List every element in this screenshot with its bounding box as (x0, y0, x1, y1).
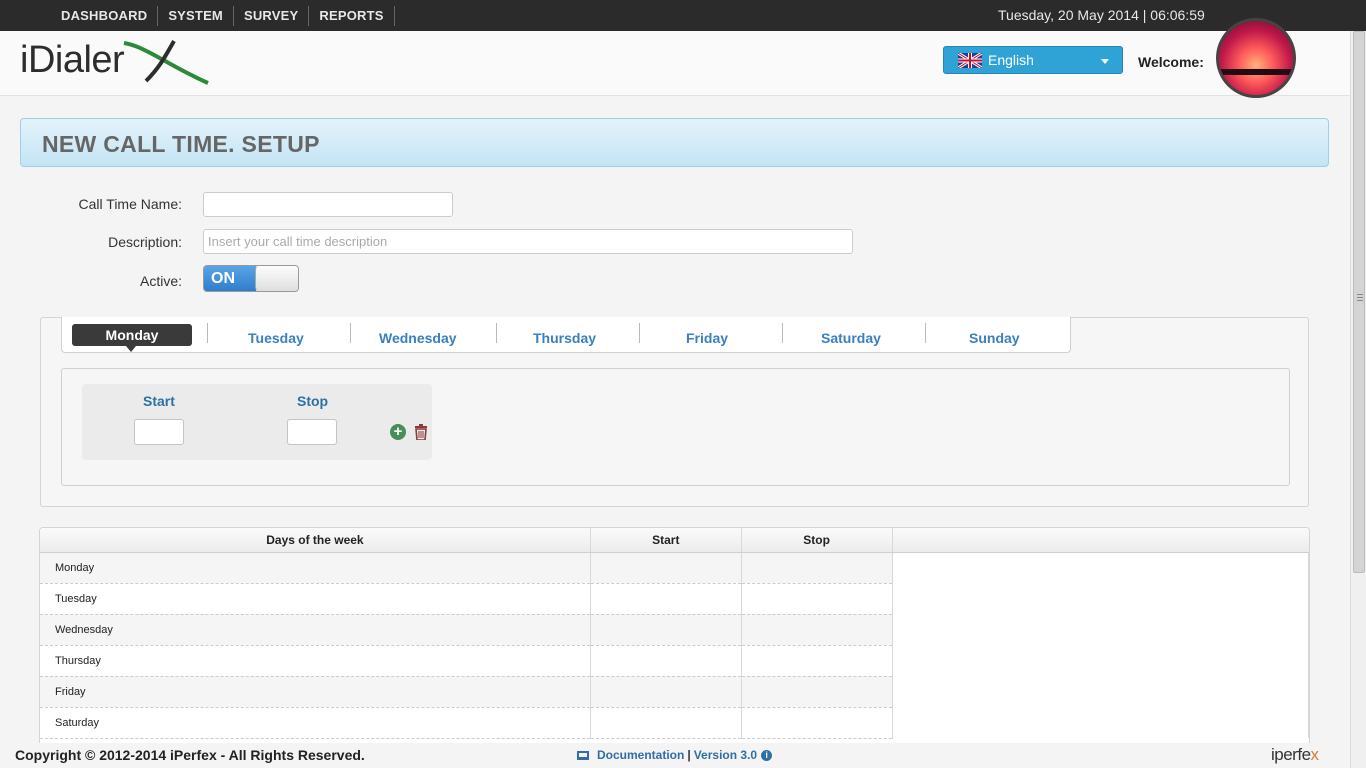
schedule-table: Days of the week Start Stop Monday Tuesd… (40, 528, 1309, 739)
day-cell: Tuesday (40, 583, 591, 615)
tab-divider (350, 323, 351, 343)
active-toggle[interactable]: ON (203, 265, 299, 292)
footer: Copyright © 2012-2014 iPerfex - All Righ… (0, 743, 1350, 768)
nav-reports[interactable]: REPORTS (309, 5, 395, 26)
vertical-scrollbar[interactable] (1350, 31, 1366, 768)
language-label: English (988, 52, 1034, 68)
col-header-stop[interactable]: Stop (741, 528, 893, 553)
day-cell: Friday (40, 676, 591, 708)
grip-icon (1357, 294, 1363, 301)
stop-time-input[interactable] (287, 419, 337, 445)
stop-cell (741, 552, 893, 584)
description-input[interactable] (203, 229, 853, 254)
table-row[interactable]: Monday (40, 552, 1309, 584)
nav-survey[interactable]: SURVEY (234, 5, 310, 26)
info-icon[interactable]: i (761, 749, 773, 761)
day-cell: Monday (40, 552, 591, 584)
blank-cell (892, 676, 1309, 707)
tab-divider (782, 323, 783, 343)
day-cell: Saturday (40, 707, 591, 739)
description-label: Description: (108, 234, 182, 250)
start-time-input[interactable] (134, 419, 184, 445)
table-row[interactable]: Friday (40, 676, 1309, 708)
brand-accent: x (1310, 745, 1320, 764)
tab-tuesday[interactable]: Tuesday (248, 330, 304, 346)
top-bar: DASHBOARD SYSTEM SURVEY REPORTS Tuesday,… (0, 0, 1366, 31)
page-title: NEW CALL TIME. SETUP (42, 131, 320, 157)
blank-cell (892, 707, 1309, 738)
day-cell: Wednesday (40, 614, 591, 646)
chevron-down-icon (1101, 59, 1109, 64)
tab-friday[interactable]: Friday (686, 330, 728, 346)
start-cell (590, 614, 742, 646)
nav-dashboard[interactable]: DASHBOARD (50, 5, 159, 26)
avatar[interactable] (1216, 18, 1296, 98)
tab-divider (496, 323, 497, 343)
welcome-label: Welcome: (1138, 54, 1204, 70)
blank-cell (892, 645, 1309, 676)
active-tab-pointer (126, 346, 136, 352)
toggle-knob[interactable] (255, 266, 298, 291)
blank-cell (892, 614, 1309, 645)
logo-text: iDialer (20, 39, 125, 81)
tab-sunday[interactable]: Sunday (969, 330, 1020, 346)
trash-icon[interactable] (414, 424, 428, 440)
start-cell (590, 676, 742, 708)
call-time-name-input[interactable] (203, 192, 453, 217)
col-header-empty (892, 528, 1309, 553)
tab-saturday[interactable]: Saturday (821, 330, 881, 346)
title-panel: NEW CALL TIME. SETUP (20, 118, 1329, 167)
brand-logo: iperfex (1271, 745, 1319, 765)
stop-cell (741, 707, 893, 739)
start-cell (590, 645, 742, 677)
brand-main: iperfe (1271, 745, 1311, 764)
stop-cell (741, 676, 893, 708)
blank-cell (892, 583, 1309, 614)
toggle-on-label: ON (204, 266, 256, 291)
nav-system[interactable]: SYSTEM (158, 5, 234, 26)
top-nav: DASHBOARD SYSTEM SURVEY REPORTS (50, 0, 395, 31)
stop-cell (741, 583, 893, 615)
uk-flag-icon (958, 52, 982, 68)
tab-monday[interactable]: Monday (72, 324, 192, 346)
call-time-name-label: Call Time Name: (78, 196, 182, 212)
table-row[interactable]: Thursday (40, 645, 1309, 677)
table-row[interactable]: Tuesday (40, 583, 1309, 615)
schedule-table-wrapper: Days of the week Start Stop Monday Tuesd… (39, 527, 1310, 752)
table-row[interactable]: Saturday (40, 707, 1309, 739)
tab-thursday[interactable]: Thursday (533, 330, 596, 346)
logo-x-icon (123, 40, 209, 85)
scrollbar-thumb[interactable] (1353, 31, 1365, 573)
tab-divider (639, 323, 640, 343)
doc-links: Documentation | Version 3.0 i (577, 748, 773, 762)
stop-label: Stop (297, 393, 329, 409)
app-logo[interactable]: iDialer (20, 39, 125, 82)
language-select[interactable]: English (943, 46, 1123, 74)
table-row[interactable]: Wednesday (40, 614, 1309, 646)
start-cell (590, 707, 742, 739)
start-cell (590, 552, 742, 584)
stop-cell (741, 614, 893, 646)
documentation-link[interactable]: Documentation (597, 748, 684, 762)
col-header-start[interactable]: Start (590, 528, 742, 553)
stop-cell (741, 645, 893, 677)
start-label: Start (143, 393, 175, 409)
copyright-text: Copyright © 2012-2014 iPerfex - All Righ… (15, 747, 365, 763)
tab-divider (207, 323, 208, 343)
tab-wednesday[interactable]: Wednesday (379, 330, 457, 346)
add-icon[interactable]: + (390, 424, 406, 440)
blank-cell (892, 552, 1309, 583)
col-header-days[interactable]: Days of the week (40, 528, 591, 553)
tab-divider (925, 323, 926, 343)
current-datetime: Tuesday, 20 May 2014 | 06:06:59 (998, 7, 1205, 23)
header: iDialer English Welcome: (0, 31, 1350, 96)
active-label: Active: (139, 273, 182, 289)
start-cell (590, 583, 742, 615)
day-cell: Thursday (40, 645, 591, 677)
version-link[interactable]: Version 3.0 (694, 748, 757, 762)
laptop-icon (577, 750, 589, 760)
link-separator: | (687, 748, 691, 762)
